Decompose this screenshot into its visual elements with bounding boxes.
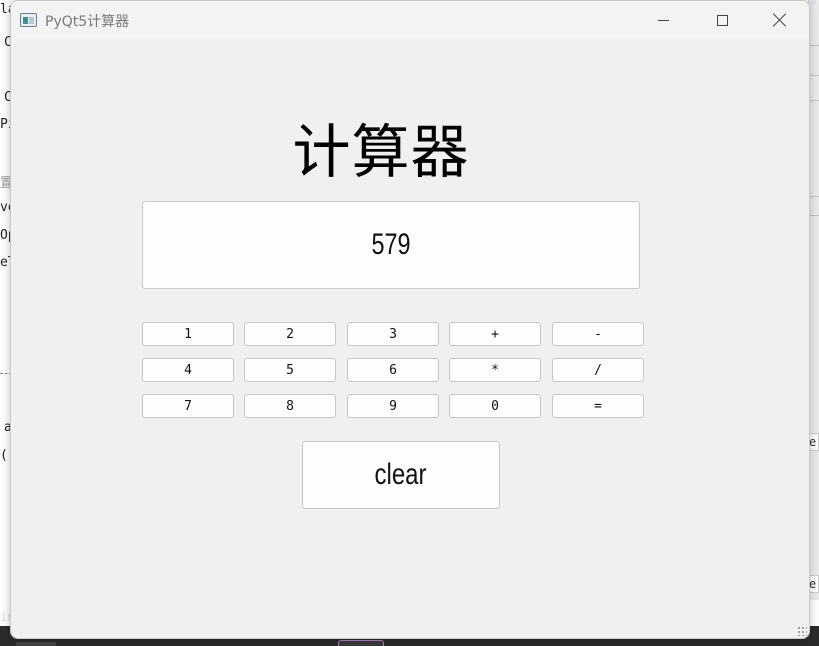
key-3[interactable]: 3 bbox=[347, 322, 439, 346]
maximize-icon bbox=[716, 14, 728, 26]
key-plus[interactable]: + bbox=[449, 322, 541, 346]
key-minus[interactable]: - bbox=[552, 322, 644, 346]
resize-grip-icon[interactable] bbox=[797, 626, 807, 636]
key-5[interactable]: 5 bbox=[244, 358, 336, 382]
clear-button[interactable]: clear bbox=[302, 441, 500, 509]
minimize-button[interactable] bbox=[640, 1, 686, 39]
minimize-icon bbox=[657, 19, 669, 21]
key-0[interactable]: 0 bbox=[449, 394, 541, 418]
key-multiply[interactable]: * bbox=[449, 358, 541, 382]
key-6[interactable]: 6 bbox=[347, 358, 439, 382]
key-2[interactable]: 2 bbox=[244, 322, 336, 346]
clear-button-label: clear bbox=[374, 458, 428, 491]
close-button[interactable] bbox=[757, 1, 803, 39]
result-display[interactable]: 579 bbox=[142, 201, 640, 289]
key-1[interactable]: 1 bbox=[142, 322, 234, 346]
close-icon bbox=[773, 13, 787, 27]
window-title: PyQt5计算器 bbox=[45, 14, 130, 30]
key-4[interactable]: 4 bbox=[142, 358, 234, 382]
display-value: 579 bbox=[371, 228, 411, 261]
taskbar-item[interactable] bbox=[16, 642, 56, 646]
background-panel-tab bbox=[810, 0, 816, 4]
maximize-button[interactable] bbox=[699, 1, 745, 39]
key-equals[interactable]: = bbox=[552, 394, 644, 418]
calculator-heading: 计算器 bbox=[292, 118, 470, 186]
taskbar-item[interactable] bbox=[338, 640, 384, 646]
title-bar[interactable]: PyQt5计算器 bbox=[11, 1, 809, 39]
key-7[interactable]: 7 bbox=[142, 394, 234, 418]
key-8[interactable]: 8 bbox=[244, 394, 336, 418]
app-icon bbox=[20, 13, 37, 27]
key-divide[interactable]: / bbox=[552, 358, 644, 382]
calculator-window: PyQt5计算器 计算器 579 1 2 3 + - 4 5 6 * / 7 8… bbox=[10, 0, 810, 639]
key-9[interactable]: 9 bbox=[347, 394, 439, 418]
